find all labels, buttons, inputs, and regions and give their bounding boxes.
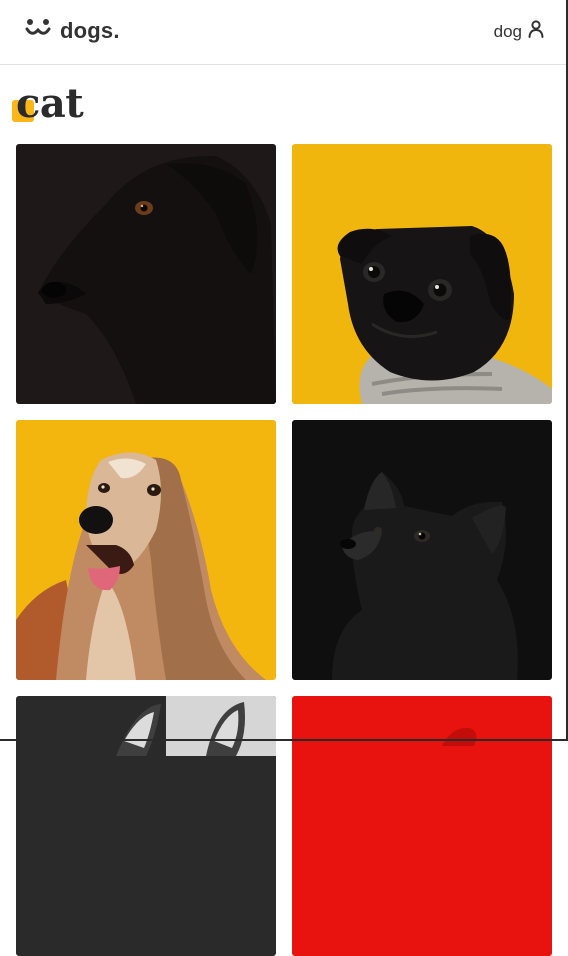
page-title: cat	[16, 80, 84, 127]
user-label: dog	[493, 21, 522, 41]
photo-card-black-dog-profile[interactable]	[16, 144, 276, 404]
logo-link[interactable]: dogs.	[24, 17, 120, 44]
photo-card-afghan-hound[interactable]	[16, 420, 276, 680]
photo-card-black-dog-looking-up[interactable]	[292, 420, 552, 680]
logo-text: dogs.	[60, 17, 120, 43]
photo-card-red-background[interactable]	[292, 696, 552, 956]
dog-face-icon	[24, 17, 52, 44]
user-menu-link[interactable]: dog	[494, 20, 544, 43]
photo-card-dog-ears-grey[interactable]	[16, 696, 276, 956]
red-background-image	[292, 696, 552, 956]
user-icon	[528, 20, 544, 43]
photo-card-black-pug-sweater[interactable]	[292, 144, 552, 404]
afghan-hound-image	[16, 420, 276, 680]
dog-ears-grey-image	[16, 696, 276, 956]
black-dog-looking-up-image	[292, 420, 552, 680]
top-navigation-bar: dogs. dog	[0, 0, 566, 65]
page-title-block: cat	[12, 80, 84, 128]
black-pug-sweater-image	[292, 144, 552, 404]
black-dog-profile-image	[16, 144, 276, 404]
